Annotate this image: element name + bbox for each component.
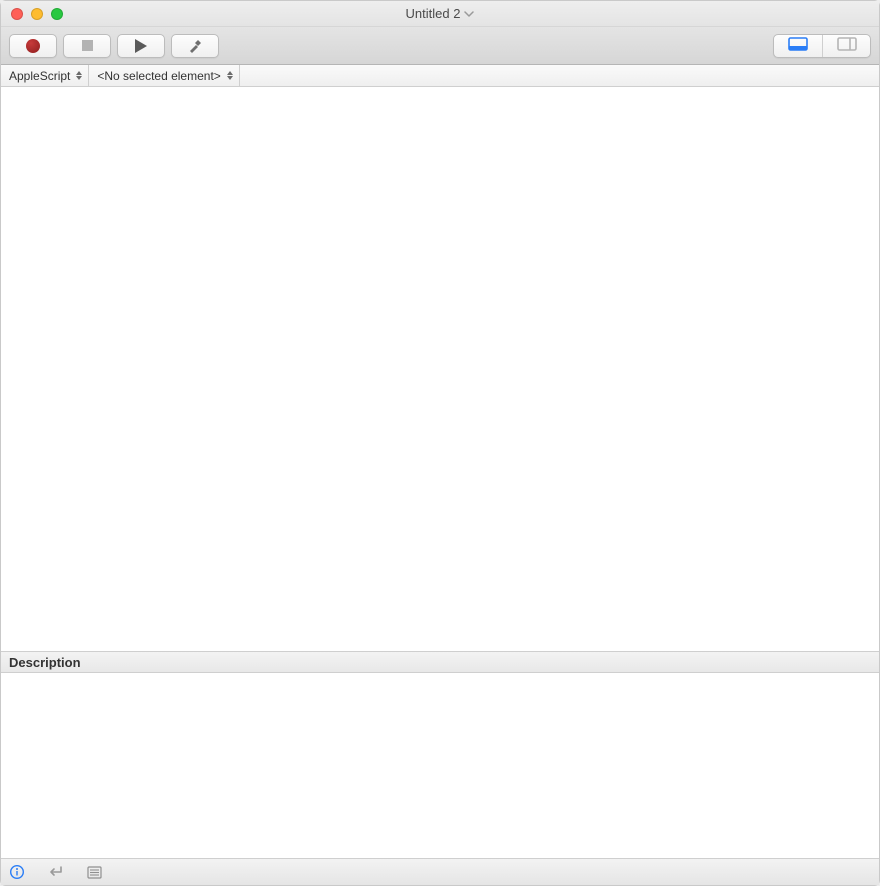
editor-view-icon — [788, 37, 808, 54]
description-header-label: Description — [9, 655, 81, 670]
log-button[interactable] — [87, 866, 102, 879]
toolbar — [1, 27, 879, 65]
stepper-arrows-icon — [227, 71, 233, 80]
chevron-down-icon[interactable] — [464, 10, 474, 18]
compile-button[interactable] — [171, 34, 219, 58]
status-bar — [1, 859, 879, 885]
script-editor-area[interactable] — [1, 87, 879, 651]
record-icon — [26, 39, 40, 53]
view-editor-button[interactable] — [774, 35, 822, 57]
window-title-wrap: Untitled 2 — [1, 6, 879, 21]
run-button[interactable] — [117, 34, 165, 58]
return-button[interactable] — [47, 865, 65, 879]
record-button[interactable] — [9, 34, 57, 58]
description-header: Description — [1, 651, 879, 673]
view-mode-segmented — [773, 34, 871, 58]
play-icon — [135, 39, 147, 53]
hammer-icon — [187, 38, 203, 54]
info-icon — [9, 864, 25, 880]
description-pane[interactable] — [1, 673, 879, 859]
window-title: Untitled 2 — [406, 6, 461, 21]
stop-button[interactable] — [63, 34, 111, 58]
traffic-lights — [1, 8, 63, 20]
navigation-bar: AppleScript <No selected element> — [1, 65, 879, 87]
info-button[interactable] — [9, 864, 25, 880]
element-label: <No selected element> — [97, 69, 220, 83]
close-window-button[interactable] — [11, 8, 23, 20]
zoom-window-button[interactable] — [51, 8, 63, 20]
stepper-arrows-icon — [76, 71, 82, 80]
view-split-button[interactable] — [822, 35, 870, 57]
language-dropdown[interactable]: AppleScript — [1, 65, 89, 86]
language-label: AppleScript — [9, 69, 70, 83]
minimize-window-button[interactable] — [31, 8, 43, 20]
element-dropdown[interactable]: <No selected element> — [89, 65, 239, 86]
titlebar: Untitled 2 — [1, 1, 879, 27]
split-view-icon — [837, 37, 857, 54]
list-icon — [87, 866, 102, 879]
return-arrow-icon — [47, 865, 65, 879]
stop-icon — [82, 40, 93, 51]
